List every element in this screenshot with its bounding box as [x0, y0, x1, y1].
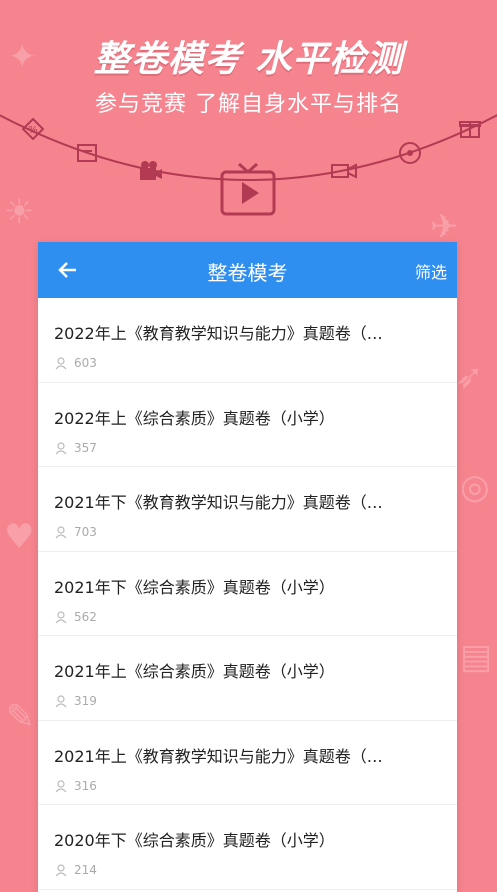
medal-decoration-icon: ◎ [460, 467, 490, 507]
user-icon [55, 526, 67, 539]
exam-title: 2020年下《综合素质》真题卷（小学） [54, 831, 335, 850]
pencil-decoration-icon: ✎ [6, 697, 35, 737]
exam-title: 2021年下《综合素质》真题卷（小学） [54, 577, 335, 597]
user-icon [55, 441, 67, 454]
user-icon [55, 695, 67, 708]
participant-count: 562 [54, 610, 97, 624]
participant-count-value: 214 [74, 863, 97, 877]
participant-count-value: 562 [74, 609, 97, 624]
participant-count-value: 703 [74, 525, 97, 539]
participant-count-value: 319 [74, 694, 97, 708]
exam-list-item[interactable]: 2021年上《综合素质》真题卷（小学） 319 [38, 636, 457, 721]
discount-tag-icon: % [21, 117, 45, 145]
exam-title: 2021年上《教育教学知识与能力》真题卷（小… [54, 746, 389, 766]
participant-count: 703 [54, 525, 97, 539]
exam-list-item[interactable]: 2022年上《教育教学知识与能力》真题卷（… 603 [38, 298, 457, 383]
exam-list-item[interactable]: 2022年上《综合素质》真题卷（小学） 357 [38, 383, 457, 467]
gift-icon [458, 116, 482, 145]
user-icon [55, 357, 67, 370]
exam-list-item[interactable]: 2020年下《综合素质》真题卷（小学） 214 [38, 805, 457, 890]
hero-title: 整卷模考 水平检测 [93, 39, 404, 80]
certificate-icon [76, 143, 100, 170]
user-icon [55, 610, 67, 623]
rocket-decoration-icon: ➶ [455, 357, 484, 397]
participant-count: 316 [54, 779, 97, 793]
chart-decoration-icon: ▤ [460, 637, 493, 677]
heart-decoration-icon: ♥ [4, 517, 35, 557]
user-icon [55, 779, 67, 792]
exam-list-item[interactable]: 2021年下《综合素质》真题卷（小学） 562 [38, 552, 457, 636]
participant-count: 357 [54, 441, 97, 455]
participant-count-value: 357 [74, 440, 97, 455]
participant-count-value: 603 [74, 356, 97, 370]
exam-title: 2022年上《教育教学知识与能力》真题卷（… [54, 324, 383, 343]
filter-button[interactable]: 筛选 [415, 259, 447, 283]
disc-icon [398, 140, 424, 171]
exam-list-item[interactable]: 2021年上《教育教学知识与能力》真题卷（小… 316 [38, 721, 457, 805]
svg-text:%: % [28, 125, 38, 136]
exam-list-item[interactable]: 2021年下《教育教学知识与能力》真题卷（小… 703 [38, 467, 457, 552]
camera-icon [138, 160, 164, 187]
exam-title: 2021年下《教育教学知识与能力》真题卷（小… [54, 493, 389, 512]
exam-title: 2022年上《综合素质》真题卷（小学） [54, 408, 335, 428]
hero-subtitle: 参与竞赛 了解自身水平与排名 [95, 92, 402, 117]
user-icon [55, 864, 67, 877]
participant-count-value: 316 [74, 778, 97, 793]
video-camera-icon [330, 160, 358, 187]
participant-count: 603 [54, 356, 97, 370]
exam-title: 2021年上《综合素质》真题卷（小学） [54, 662, 335, 681]
participant-count: 319 [54, 694, 97, 708]
participant-count: 214 [54, 863, 97, 877]
app-header: 整卷模考 筛选 [38, 242, 457, 298]
exam-list-card: 整卷模考 筛选 2022年上《教育教学知识与能力》真题卷（… 603 2022年… [38, 242, 457, 892]
page-title: 整卷模考 [207, 261, 288, 285]
exam-list: 2022年上《教育教学知识与能力》真题卷（… 603 2022年上《综合素质》真… [38, 298, 457, 890]
video-play-tv-icon [220, 162, 276, 216]
